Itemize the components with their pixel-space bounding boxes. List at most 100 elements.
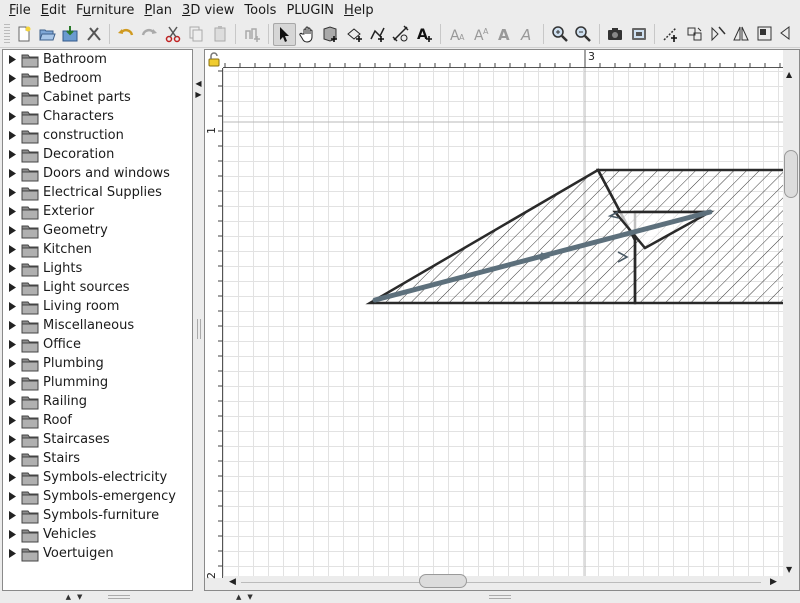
expand-arrow-icon[interactable]	[7, 549, 17, 559]
catalog-category-item[interactable]: Plumbing	[3, 354, 192, 373]
open-button[interactable]	[36, 23, 58, 46]
add-text-button[interactable]: A	[414, 23, 436, 46]
vertical-split-handle[interactable]: ◀ ▶	[194, 49, 203, 591]
bold-text-button[interactable]: A	[493, 23, 515, 46]
select-mode-button[interactable]	[273, 22, 296, 46]
expand-arrow-icon[interactable]	[7, 321, 17, 331]
expand-arrow-icon[interactable]	[7, 473, 17, 483]
copy-button[interactable]	[185, 23, 207, 46]
scroll-left-icon[interactable]: ◀	[229, 577, 236, 587]
expand-arrow-icon[interactable]	[7, 492, 17, 502]
expand-arrow-icon[interactable]	[7, 245, 17, 255]
catalog-category-item[interactable]: Plumming	[3, 373, 192, 392]
catalog-category-item[interactable]: Voertuigen	[3, 544, 192, 563]
splitter-grip[interactable]	[196, 319, 201, 339]
horizontal-scroll-thumb[interactable]	[419, 574, 467, 588]
catalog-category-item[interactable]: Living room	[3, 297, 192, 316]
create-walls-button[interactable]	[320, 23, 342, 46]
collapse-right-icon[interactable]: ▶	[195, 90, 201, 99]
create-photo-button[interactable]	[604, 23, 626, 46]
expand-arrow-icon[interactable]	[7, 74, 17, 84]
catalog-category-item[interactable]: Cabinet parts	[3, 88, 192, 107]
catalog-category-item[interactable]: Light sources	[3, 278, 192, 297]
catalog-category-item[interactable]: Symbols-electricity	[3, 468, 192, 487]
pan-mode-button[interactable]	[297, 23, 319, 46]
expand-arrow-icon[interactable]	[7, 226, 17, 236]
collapse-up-icon[interactable]: ▲	[66, 593, 71, 601]
catalog-category-item[interactable]: Symbols-furniture	[3, 506, 192, 525]
menu-plugin[interactable]: PLUGIN	[281, 0, 339, 21]
collapse-down-icon[interactable]: ▼	[77, 593, 82, 601]
menu-plan[interactable]: Plan	[139, 0, 177, 21]
horizontal-scrollbar[interactable]: ◀ ▶	[223, 574, 783, 590]
preferences-button[interactable]	[83, 23, 105, 46]
menu-3d-view[interactable]: 3D view	[177, 0, 239, 21]
expand-arrow-icon[interactable]	[7, 188, 17, 198]
catalog-category-item[interactable]: Office	[3, 335, 192, 354]
collapse-left-icon[interactable]: ◀	[195, 79, 201, 88]
plan-drawing[interactable]	[205, 50, 800, 591]
menu-help[interactable]: Help	[339, 0, 379, 21]
catalog-category-item[interactable]: Staircases	[3, 430, 192, 449]
expand-arrow-icon[interactable]	[7, 264, 17, 274]
menu-tools[interactable]: Tools	[239, 0, 281, 21]
expand-arrow-icon[interactable]	[7, 93, 17, 103]
catalog-category-item[interactable]: Electrical Supplies	[3, 183, 192, 202]
scroll-right-icon[interactable]: ▶	[770, 577, 777, 587]
expand-arrow-icon[interactable]	[7, 283, 17, 293]
plugin-tool-6-button[interactable]	[777, 23, 799, 46]
expand-arrow-icon[interactable]	[7, 530, 17, 540]
redo-button[interactable]	[138, 23, 160, 46]
plan-view[interactable]: 3 1 2 ▲ ▼ ◀ ▶	[204, 49, 800, 591]
expand-arrow-icon[interactable]	[7, 378, 17, 388]
catalog-category-item[interactable]: Railing	[3, 392, 192, 411]
scroll-track[interactable]	[241, 582, 761, 583]
cut-button[interactable]	[162, 23, 184, 46]
expand-arrow-icon[interactable]	[7, 55, 17, 65]
expand-arrow-icon[interactable]	[7, 416, 17, 426]
plugin-tool-3-button[interactable]	[707, 23, 729, 46]
catalog-category-item[interactable]: Lights	[3, 259, 192, 278]
menu-edit[interactable]: Edit	[36, 0, 71, 21]
expand-arrow-icon[interactable]	[7, 435, 17, 445]
catalog-category-item[interactable]: Geometry	[3, 221, 192, 240]
plugin-tool-1-button[interactable]	[660, 23, 682, 46]
italic-text-button[interactable]: A	[516, 23, 538, 46]
expand-arrow-icon[interactable]	[7, 302, 17, 312]
splitter-grip[interactable]	[108, 595, 131, 599]
catalog-category-item[interactable]: Symbols-emergency	[3, 487, 192, 506]
create-polylines-button[interactable]	[367, 23, 389, 46]
expand-arrow-icon[interactable]	[7, 150, 17, 160]
vertical-scroll-thumb[interactable]	[784, 150, 798, 198]
vertical-scrollbar[interactable]: ▲ ▼	[783, 68, 799, 578]
expand-arrow-icon[interactable]	[7, 454, 17, 464]
increase-text-button[interactable]: AA	[446, 23, 468, 46]
catalog-category-item[interactable]: construction	[3, 126, 192, 145]
save-button[interactable]	[59, 23, 81, 46]
catalog-category-item[interactable]: Bedroom	[3, 69, 192, 88]
expand-arrow-icon[interactable]	[7, 112, 17, 122]
paste-button[interactable]	[208, 23, 230, 46]
catalog-category-item[interactable]: Bathroom	[3, 50, 192, 69]
scroll-up-icon[interactable]: ▲	[786, 70, 792, 79]
catalog-category-item[interactable]: Characters	[3, 107, 192, 126]
create-dimensions-button[interactable]	[390, 23, 412, 46]
menu-furniture[interactable]: Furniture	[71, 0, 139, 21]
create-video-button[interactable]	[628, 23, 650, 46]
toolbar-grip[interactable]	[4, 24, 10, 44]
right-split-handle[interactable]: ▲ ▼	[204, 591, 800, 603]
scroll-down-icon[interactable]: ▼	[786, 565, 792, 574]
create-rooms-button[interactable]	[343, 23, 365, 46]
zoom-out-button[interactable]	[572, 23, 594, 46]
catalog-category-item[interactable]: Roof	[3, 411, 192, 430]
expand-arrow-icon[interactable]	[7, 131, 17, 141]
catalog-category-item[interactable]: Vehicles	[3, 525, 192, 544]
zoom-in-button[interactable]	[548, 23, 570, 46]
catalog-category-item[interactable]: Exterior	[3, 202, 192, 221]
furniture-catalog-tree[interactable]: Bathroom Bedroom Cabinet parts Characters co…	[2, 49, 193, 591]
plugin-tool-2-button[interactable]	[683, 23, 705, 46]
room-triangle[interactable]	[365, 168, 637, 305]
collapse-up-icon[interactable]: ▲	[236, 593, 241, 601]
menu-file[interactable]: File	[4, 0, 36, 21]
left-split-handle[interactable]: ▲ ▼	[0, 591, 196, 603]
